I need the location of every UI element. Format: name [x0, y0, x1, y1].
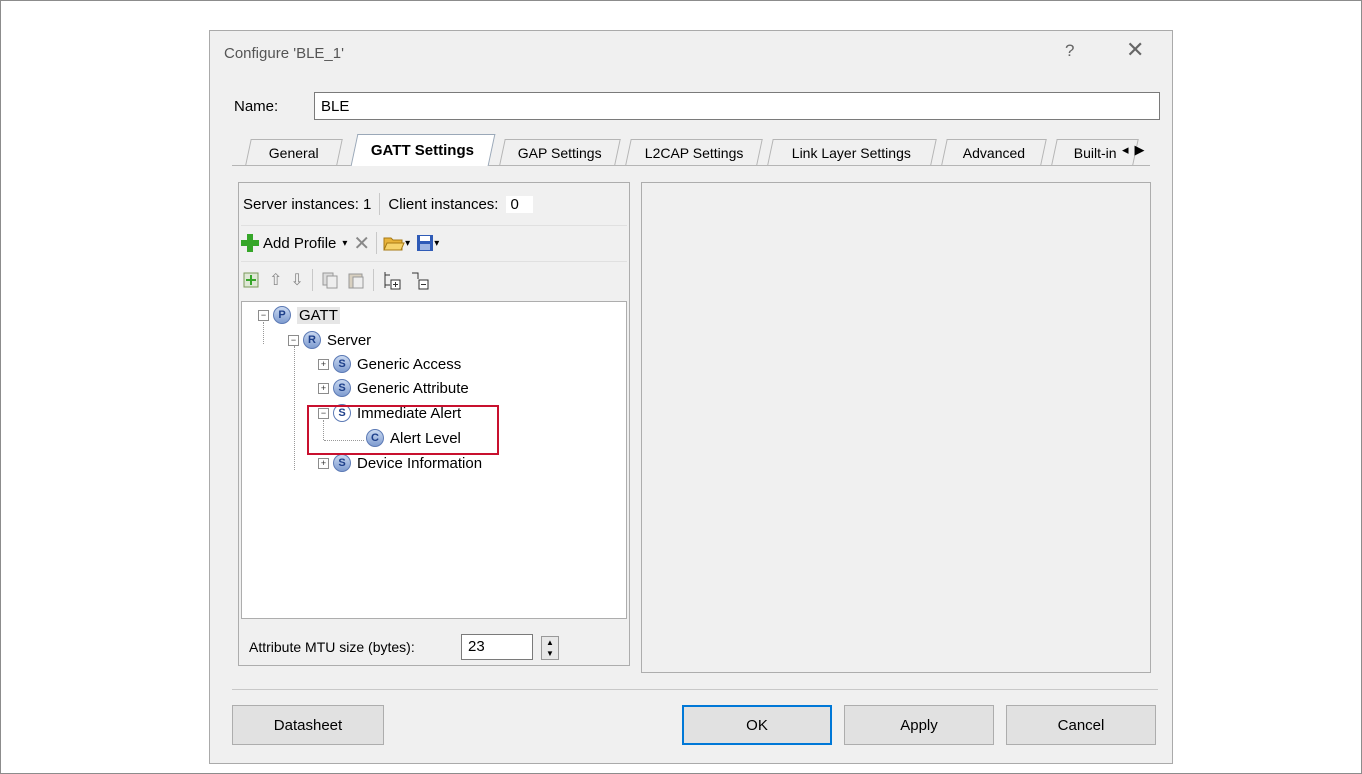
toolbar-divider: [376, 232, 378, 254]
name-input[interactable]: [314, 92, 1160, 120]
tab-scroll-left-icon[interactable]: ◂: [1122, 142, 1129, 158]
expand-icon[interactable]: +: [318, 358, 329, 370]
profile-icon: P: [273, 306, 291, 324]
tree-node-gatt[interactable]: − P GATT: [258, 304, 340, 326]
folder-open-icon: [383, 237, 405, 251]
tree-connector: [294, 346, 295, 470]
move-down-icon[interactable]: ⇩: [290, 270, 303, 290]
chevron-down-icon: ▾: [405, 237, 411, 249]
close-icon[interactable]: ✕: [1126, 37, 1144, 63]
add-node-icon[interactable]: [241, 270, 261, 290]
tab-l2cap-settings[interactable]: L2CAP Settings: [625, 139, 763, 165]
expand-icon[interactable]: +: [318, 457, 329, 469]
tree-node-label: Generic Access: [357, 355, 462, 373]
tree-node-label: Server: [327, 331, 372, 349]
dialog-title: Configure 'BLE_1': [224, 45, 344, 62]
toolbar-divider: [372, 269, 374, 291]
cancel-button[interactable]: Cancel: [1006, 705, 1156, 745]
delete-icon[interactable]: ✕: [353, 231, 370, 256]
ok-button[interactable]: OK: [682, 705, 832, 745]
add-icon: [241, 234, 259, 252]
collapse-icon[interactable]: −: [258, 309, 269, 321]
tab-scroll: ◂ ▶: [1122, 142, 1145, 158]
tab-general[interactable]: General: [245, 139, 343, 165]
tab-bar: General GATT Settings GAP Settings L2CAP…: [232, 134, 1152, 166]
tab-scroll-right-icon[interactable]: ▶: [1135, 142, 1145, 158]
toolbar-divider: [311, 269, 313, 291]
configure-dialog: Configure 'BLE_1' ? ✕ Name: General GATT…: [209, 30, 1173, 764]
service-icon: S: [333, 454, 351, 472]
tab-advanced[interactable]: Advanced: [941, 139, 1047, 165]
highlight-box: [307, 405, 499, 455]
help-button[interactable]: ?: [1065, 41, 1074, 61]
tree-node-label: GATT: [297, 306, 340, 324]
tree-node-generic-access[interactable]: + S Generic Access: [318, 353, 461, 375]
instances-divider: [379, 193, 381, 215]
gatt-tree-panel: Server instances: 1 Client instances: 0 …: [238, 182, 630, 666]
expand-all-icon[interactable]: [382, 270, 402, 290]
gatt-tree: − P GATT − R Server + S Generic Access +…: [241, 301, 627, 619]
tree-toolbar: ⇧ ⇩: [241, 261, 627, 298]
client-instances-label: Client instances:: [388, 195, 499, 213]
paste-icon[interactable]: [347, 271, 365, 289]
chevron-down-icon: ▾: [342, 237, 348, 249]
tree-node-label: Device Information: [357, 454, 483, 472]
open-button[interactable]: ▾: [383, 234, 410, 252]
tree-node-device-information[interactable]: + S Device Information: [318, 452, 482, 474]
collapse-all-icon[interactable]: [410, 270, 430, 290]
footer-divider: [232, 689, 1158, 690]
move-up-icon[interactable]: ⇧: [269, 270, 282, 290]
instances-bar: Server instances: 1 Client instances: 0: [243, 193, 533, 215]
add-profile-label: Add Profile: [263, 234, 337, 252]
add-profile-button[interactable]: Add Profile ▾: [241, 234, 347, 252]
apply-button[interactable]: Apply: [844, 705, 994, 745]
tab-link-layer-settings[interactable]: Link Layer Settings: [767, 139, 937, 165]
chevron-down-icon: ▾: [434, 237, 440, 249]
collapse-icon[interactable]: −: [288, 334, 299, 346]
mtu-label: Attribute MTU size (bytes):: [249, 639, 415, 655]
mtu-input[interactable]: 23: [461, 634, 533, 660]
name-label: Name:: [234, 98, 279, 115]
datasheet-button[interactable]: Datasheet: [232, 705, 384, 745]
save-button[interactable]: ▾: [416, 234, 439, 252]
mtu-spinner[interactable]: ▲ ▼: [541, 636, 559, 660]
tree-node-generic-attribute[interactable]: + S Generic Attribute: [318, 377, 469, 399]
tree-node-label: Generic Attribute: [357, 379, 469, 397]
service-icon: S: [333, 379, 351, 397]
profile-toolbar: Add Profile ▾ ✕ ▾ ▾: [241, 225, 627, 260]
role-icon: R: [303, 331, 321, 349]
tab-gatt-settings[interactable]: GATT Settings: [350, 134, 496, 166]
save-icon: [417, 235, 434, 251]
client-instances-value[interactable]: 0: [506, 195, 533, 213]
service-icon: S: [333, 355, 351, 373]
properties-panel: [641, 182, 1151, 673]
expand-icon[interactable]: +: [318, 382, 329, 394]
tree-node-server[interactable]: − R Server: [288, 329, 371, 351]
tab-gap-settings[interactable]: GAP Settings: [499, 139, 621, 165]
server-instances-label: Server instances: 1: [243, 195, 372, 213]
copy-icon[interactable]: [321, 271, 339, 289]
